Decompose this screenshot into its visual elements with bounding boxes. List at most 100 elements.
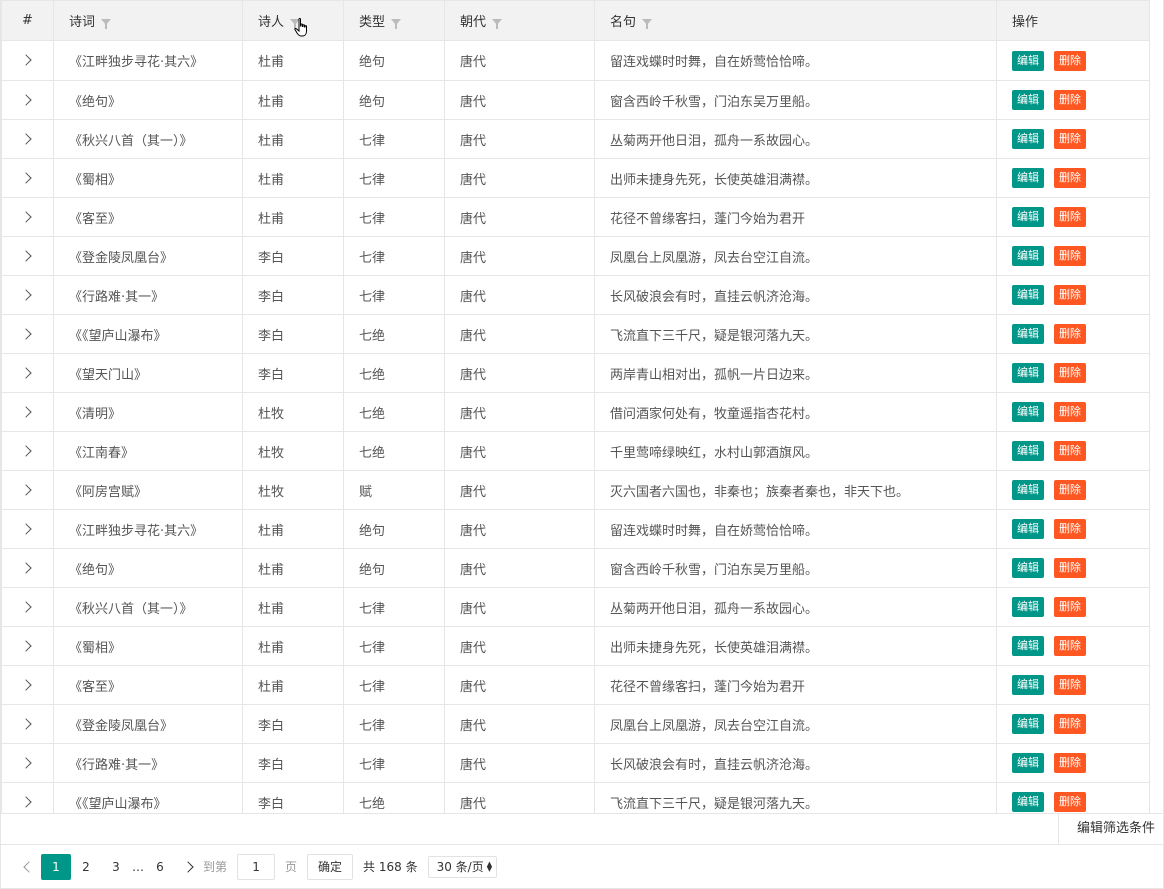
chevron-right-icon[interactable]: [20, 600, 32, 613]
chevron-right-icon[interactable]: [20, 93, 32, 106]
expand-cell[interactable]: [1, 158, 54, 198]
edit-button[interactable]: 编辑: [1012, 675, 1044, 695]
delete-button[interactable]: 删除: [1054, 246, 1086, 266]
delete-button[interactable]: 删除: [1054, 285, 1086, 305]
chevron-right-icon[interactable]: [20, 678, 32, 691]
expand-cell[interactable]: [1, 782, 54, 813]
delete-button[interactable]: 删除: [1054, 792, 1086, 812]
edit-button[interactable]: 编辑: [1012, 363, 1044, 383]
chevron-right-icon[interactable]: [20, 132, 32, 145]
goto-page-input[interactable]: [237, 853, 276, 880]
chevron-right-icon[interactable]: [20, 444, 32, 457]
edit-button[interactable]: 编辑: [1012, 207, 1044, 227]
edit-button[interactable]: 编辑: [1012, 519, 1044, 539]
page-2[interactable]: 2: [71, 854, 101, 880]
delete-button[interactable]: 删除: [1054, 480, 1086, 500]
delete-button[interactable]: 删除: [1054, 207, 1086, 227]
delete-button[interactable]: 删除: [1054, 168, 1086, 188]
chevron-right-icon[interactable]: [20, 717, 32, 730]
edit-button[interactable]: 编辑: [1012, 558, 1044, 578]
delete-button[interactable]: 删除: [1054, 129, 1086, 149]
delete-button[interactable]: 删除: [1054, 714, 1086, 734]
cell-dynasty: 唐代: [444, 431, 595, 471]
delete-button[interactable]: 删除: [1054, 636, 1086, 656]
chevron-right-icon[interactable]: [20, 756, 32, 769]
edit-button[interactable]: 编辑: [1012, 792, 1044, 812]
delete-button[interactable]: 删除: [1054, 324, 1086, 344]
filter-icon[interactable]: [642, 18, 653, 29]
goto-confirm-button[interactable]: 确定: [307, 853, 354, 880]
expand-cell[interactable]: [1, 431, 54, 471]
expand-cell[interactable]: [1, 353, 54, 393]
expand-cell[interactable]: [1, 470, 54, 510]
delete-button[interactable]: 删除: [1054, 50, 1086, 71]
expand-cell[interactable]: [1, 626, 54, 666]
delete-button[interactable]: 删除: [1054, 558, 1086, 578]
expand-cell[interactable]: [1, 548, 54, 588]
edit-button[interactable]: 编辑: [1012, 636, 1044, 656]
filter-icon[interactable]: [391, 18, 402, 29]
header-type: 类型: [343, 0, 445, 41]
page-ellipsis: …: [132, 859, 144, 874]
edit-button[interactable]: 编辑: [1012, 129, 1044, 149]
expand-cell[interactable]: [1, 509, 54, 549]
page-3[interactable]: 3: [101, 854, 131, 880]
edit-button[interactable]: 编辑: [1012, 285, 1044, 305]
chevron-right-icon[interactable]: [20, 522, 32, 535]
edit-button[interactable]: 编辑: [1012, 441, 1044, 461]
chevron-right-icon[interactable]: [20, 639, 32, 652]
chevron-right-icon[interactable]: [20, 366, 32, 379]
delete-button[interactable]: 删除: [1054, 363, 1086, 383]
chevron-right-icon[interactable]: [20, 288, 32, 301]
chevron-right-icon[interactable]: [20, 483, 32, 496]
edit-button[interactable]: 编辑: [1012, 168, 1044, 188]
delete-button[interactable]: 删除: [1054, 753, 1086, 773]
expand-cell[interactable]: [1, 587, 54, 627]
filter-icon[interactable]: [101, 18, 112, 29]
prev-page-button[interactable]: [13, 854, 41, 880]
edit-button[interactable]: 编辑: [1012, 753, 1044, 773]
expand-cell[interactable]: [1, 236, 54, 276]
filter-icon[interactable]: [492, 18, 503, 29]
next-page-button[interactable]: [175, 854, 203, 880]
expand-cell[interactable]: [1, 80, 54, 120]
delete-button[interactable]: 删除: [1054, 441, 1086, 461]
edit-button[interactable]: 编辑: [1012, 246, 1044, 266]
delete-button[interactable]: 删除: [1054, 402, 1086, 422]
expand-cell[interactable]: [1, 197, 54, 237]
cell-poet: 李白: [242, 236, 344, 276]
edit-filter-button[interactable]: 编辑筛选条件: [1057, 814, 1163, 844]
page-1[interactable]: 1: [41, 853, 71, 880]
chevron-right-icon[interactable]: [20, 327, 32, 340]
expand-cell[interactable]: [1, 40, 54, 81]
chevron-right-icon[interactable]: [20, 249, 32, 262]
delete-button[interactable]: 删除: [1054, 675, 1086, 695]
page-unit-label: 页: [285, 860, 298, 874]
edit-button[interactable]: 编辑: [1012, 90, 1044, 110]
delete-button[interactable]: 删除: [1054, 519, 1086, 539]
edit-button[interactable]: 编辑: [1012, 714, 1044, 734]
edit-button[interactable]: 编辑: [1012, 50, 1044, 71]
edit-button[interactable]: 编辑: [1012, 597, 1044, 617]
cell-type: 绝句: [343, 80, 445, 120]
chevron-right-icon[interactable]: [20, 171, 32, 184]
page-last[interactable]: 6: [145, 854, 175, 880]
chevron-right-icon[interactable]: [20, 210, 32, 223]
page-size-select[interactable]: 30 条/页 ▲ ▼: [427, 855, 498, 878]
edit-button[interactable]: 编辑: [1012, 480, 1044, 500]
chevron-right-icon[interactable]: [20, 54, 32, 66]
expand-cell[interactable]: [1, 119, 54, 159]
chevron-right-icon[interactable]: [20, 561, 32, 574]
expand-cell[interactable]: [1, 665, 54, 705]
delete-button[interactable]: 删除: [1054, 597, 1086, 617]
edit-button[interactable]: 编辑: [1012, 324, 1044, 344]
edit-button[interactable]: 编辑: [1012, 402, 1044, 422]
expand-cell[interactable]: [1, 743, 54, 783]
expand-cell[interactable]: [1, 314, 54, 354]
expand-cell[interactable]: [1, 392, 54, 432]
expand-cell[interactable]: [1, 275, 54, 315]
chevron-right-icon[interactable]: [20, 795, 32, 808]
delete-button[interactable]: 删除: [1054, 90, 1086, 110]
expand-cell[interactable]: [1, 704, 54, 744]
chevron-right-icon[interactable]: [20, 405, 32, 418]
